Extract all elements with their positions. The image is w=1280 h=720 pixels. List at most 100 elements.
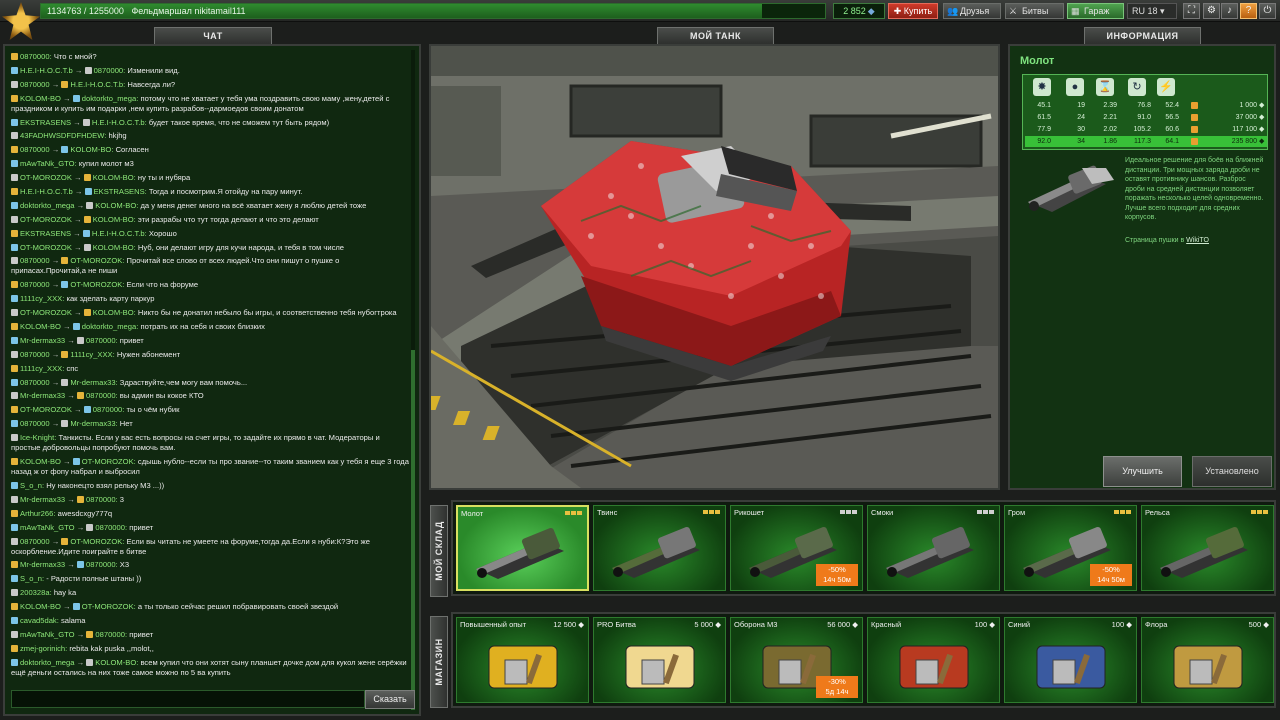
chat-recipient[interactable]: OT-MOROZOK: [82,602,136,611]
chat-recipient[interactable]: doktorkto_mega: [82,322,139,331]
chat-sender[interactable]: 0870000 [20,378,50,387]
chat-sender[interactable]: KOLOM-BO [20,602,61,611]
chat-sender[interactable]: zmej-gorinich: [20,644,67,653]
warehouse-item-card[interactable]: Рикошет -50% 14ч 50м [730,505,863,591]
shop-item-card[interactable]: Повышенный опыт 12 500 ◆ [456,617,589,703]
chat-sender[interactable]: doktorkto_mega [20,658,74,667]
chat-recipient[interactable]: EKSTRASENS: [94,187,147,196]
chat-recipient[interactable]: KOLOM-BO: [95,658,138,667]
stats-row[interactable]: 92.0 34 1.86 117.3 64.1 235 800 ◆ [1025,136,1267,147]
warehouse-item-card[interactable]: Молот [456,505,589,591]
chat-scrollbar[interactable] [411,50,415,710]
chat-sender[interactable]: 0870000 [20,80,50,89]
chat-sender[interactable]: 0870000 [20,256,50,265]
chat-sender[interactable]: KOLOM-BO [20,94,61,103]
chat-recipient[interactable]: 0870000: [86,336,118,345]
chat-recipient[interactable]: 1111cy_XXX: [70,350,114,359]
chat-sender[interactable]: mAwTaNk_GTO: [20,159,77,168]
battles-button[interactable]: ⚔ Битвы [1005,3,1064,19]
fullscreen-icon[interactable]: ⛶ [1183,3,1200,19]
chat-recipient[interactable]: OT-MOROZOK: [70,256,124,265]
shop-item-card[interactable]: Оборона М3 56 000 ◆ -30% 5д 14ч [730,617,863,703]
chat-sender[interactable]: 1111cy_XXX: [20,364,64,373]
chat-recipient[interactable]: 0870000: [94,66,126,75]
chat-recipient[interactable]: 0870000: [86,560,118,569]
chat-recipient[interactable]: 0870000: [86,391,118,400]
chat-sender[interactable]: 43FADHWSDFDFHDEW: [20,131,106,140]
stats-row[interactable]: 61.5 24 2.21 91.0 56.5 37 000 ◆ [1025,112,1267,123]
warehouse-item-card[interactable]: Твинс [593,505,726,591]
chat-recipient[interactable]: 0870000: [93,405,125,414]
wiki-link[interactable]: WikiTO [1186,237,1209,244]
chat-sender[interactable]: OT-MOROZOK [20,308,72,317]
chat-sender[interactable]: H.E.I-H.O.C.T.b [20,66,73,75]
chat-recipient[interactable]: 0870000: [86,495,118,504]
chat-sender[interactable]: EKSTRASENS [20,118,71,127]
chat-sender[interactable]: OT-MOROZOK [20,243,72,252]
tab-my-tank[interactable]: МОЙ ТАНК [657,27,774,44]
chat-sender[interactable]: Mr-dermax33 [20,391,65,400]
chat-sender[interactable]: S_o_n: [20,481,44,490]
upgrade-button[interactable]: Улучшить [1103,456,1182,487]
chat-sender[interactable]: OT-MOROZOK [20,215,72,224]
chat-recipient[interactable]: H.E.I-H.O.C.T.b: [92,118,147,127]
chat-recipient[interactable]: OT-MOROZOK: [70,537,124,546]
language-selector[interactable]: RU 18 ▾ [1127,3,1177,19]
shop-item-card[interactable]: Красный 100 ◆ [867,617,1000,703]
sound-icon[interactable]: ♪ [1221,3,1238,19]
chat-recipient[interactable]: H.E.I-H.O.C.T.b: [70,80,125,89]
chat-recipient[interactable]: doktorkto_mega: [82,94,139,103]
shop-item-card[interactable]: Синий 100 ◆ [1004,617,1137,703]
chat-sender[interactable]: KOLOM-BO [20,322,61,331]
chat-sender[interactable]: 0870000 [20,280,50,289]
warehouse-label[interactable]: МОЙ СКЛАД [430,505,448,597]
chat-recipient[interactable]: KOLOM-BO: [93,173,136,182]
shop-item-card[interactable]: PRO Битва 5 000 ◆ [593,617,726,703]
chat-recipient[interactable]: KOLOM-BO: [95,201,138,210]
chat-input[interactable] [11,690,365,708]
buy-crystals-button[interactable]: ✚ Купить [888,3,938,19]
chat-sender[interactable]: S_o_n: [20,574,44,583]
chat-sender[interactable]: H.E.I-H.O.C.T.b [20,187,73,196]
chat-recipient[interactable]: Mr-dermax33: [70,419,117,428]
stats-row[interactable]: 45.1 19 2.39 76.8 52.4 1 000 ◆ [1025,100,1267,111]
settings-icon[interactable]: ⚙ [1203,3,1220,19]
chat-sender[interactable]: doktorkto_mega [20,201,74,210]
chat-recipient[interactable]: KOLOM-BO: [93,243,136,252]
stats-row[interactable]: 77.9 30 2.02 105.2 60.6 117 100 ◆ [1025,124,1267,135]
chat-recipient[interactable]: KOLOM-BO: [70,145,113,154]
warehouse-item-card[interactable]: Смоки [867,505,1000,591]
tab-information[interactable]: ИНФОРМАЦИЯ [1084,27,1201,44]
chat-recipient[interactable]: H.E.I-H.O.C.T.b: [92,229,147,238]
chat-sender[interactable]: EKSTRASENS [20,229,71,238]
chat-sender[interactable]: Mr-dermax33 [20,560,65,569]
shop-item-card[interactable]: Флора 500 ◆ [1141,617,1274,703]
chat-sender[interactable]: mAwTaNk_GTO [20,523,75,532]
chat-sender[interactable]: OT-MOROZOK [20,173,72,182]
chat-recipient[interactable]: 0870000: [95,523,127,532]
garage-button[interactable]: ▦ Гараж [1067,3,1124,19]
tab-chat[interactable]: ЧАТ [154,27,272,44]
chat-sender[interactable]: KOLOM-BO [20,457,61,466]
chat-sender[interactable]: 0870000 [20,419,50,428]
chat-sender[interactable]: cavad5dak: [20,616,59,625]
chat-recipient[interactable]: Mr-dermax33: [70,378,117,387]
chat-sender[interactable]: OT-MOROZOK [20,405,72,414]
chat-sender[interactable]: 0870000 [20,350,50,359]
chat-recipient[interactable]: KOLOM-BO: [93,215,136,224]
chat-sender[interactable]: 200328a: [20,588,52,597]
warehouse-item-card[interactable]: Гром -50% 14ч 50м [1004,505,1137,591]
chat-sender[interactable]: 1111cy_XXX: [20,294,64,303]
tank-viewport[interactable] [429,44,1000,490]
chat-sender[interactable]: 0870000 [20,537,50,546]
chat-recipient[interactable]: OT-MOROZOK: [70,280,124,289]
chat-sender[interactable]: Mr-dermax33 [20,336,65,345]
chat-recipient[interactable]: 0870000: [95,630,127,639]
chat-scrollbar-thumb[interactable] [411,350,415,710]
chat-sender[interactable]: 0870000 [20,145,50,154]
exit-icon[interactable]: ⏻ [1259,3,1276,19]
chat-sender[interactable]: Mr-dermax33 [20,495,65,504]
chat-recipient[interactable]: OT-MOROZOK: [82,457,136,466]
chat-sender[interactable]: 0870000: [20,52,52,61]
chat-sender[interactable]: Ice-Knight: [20,433,56,442]
